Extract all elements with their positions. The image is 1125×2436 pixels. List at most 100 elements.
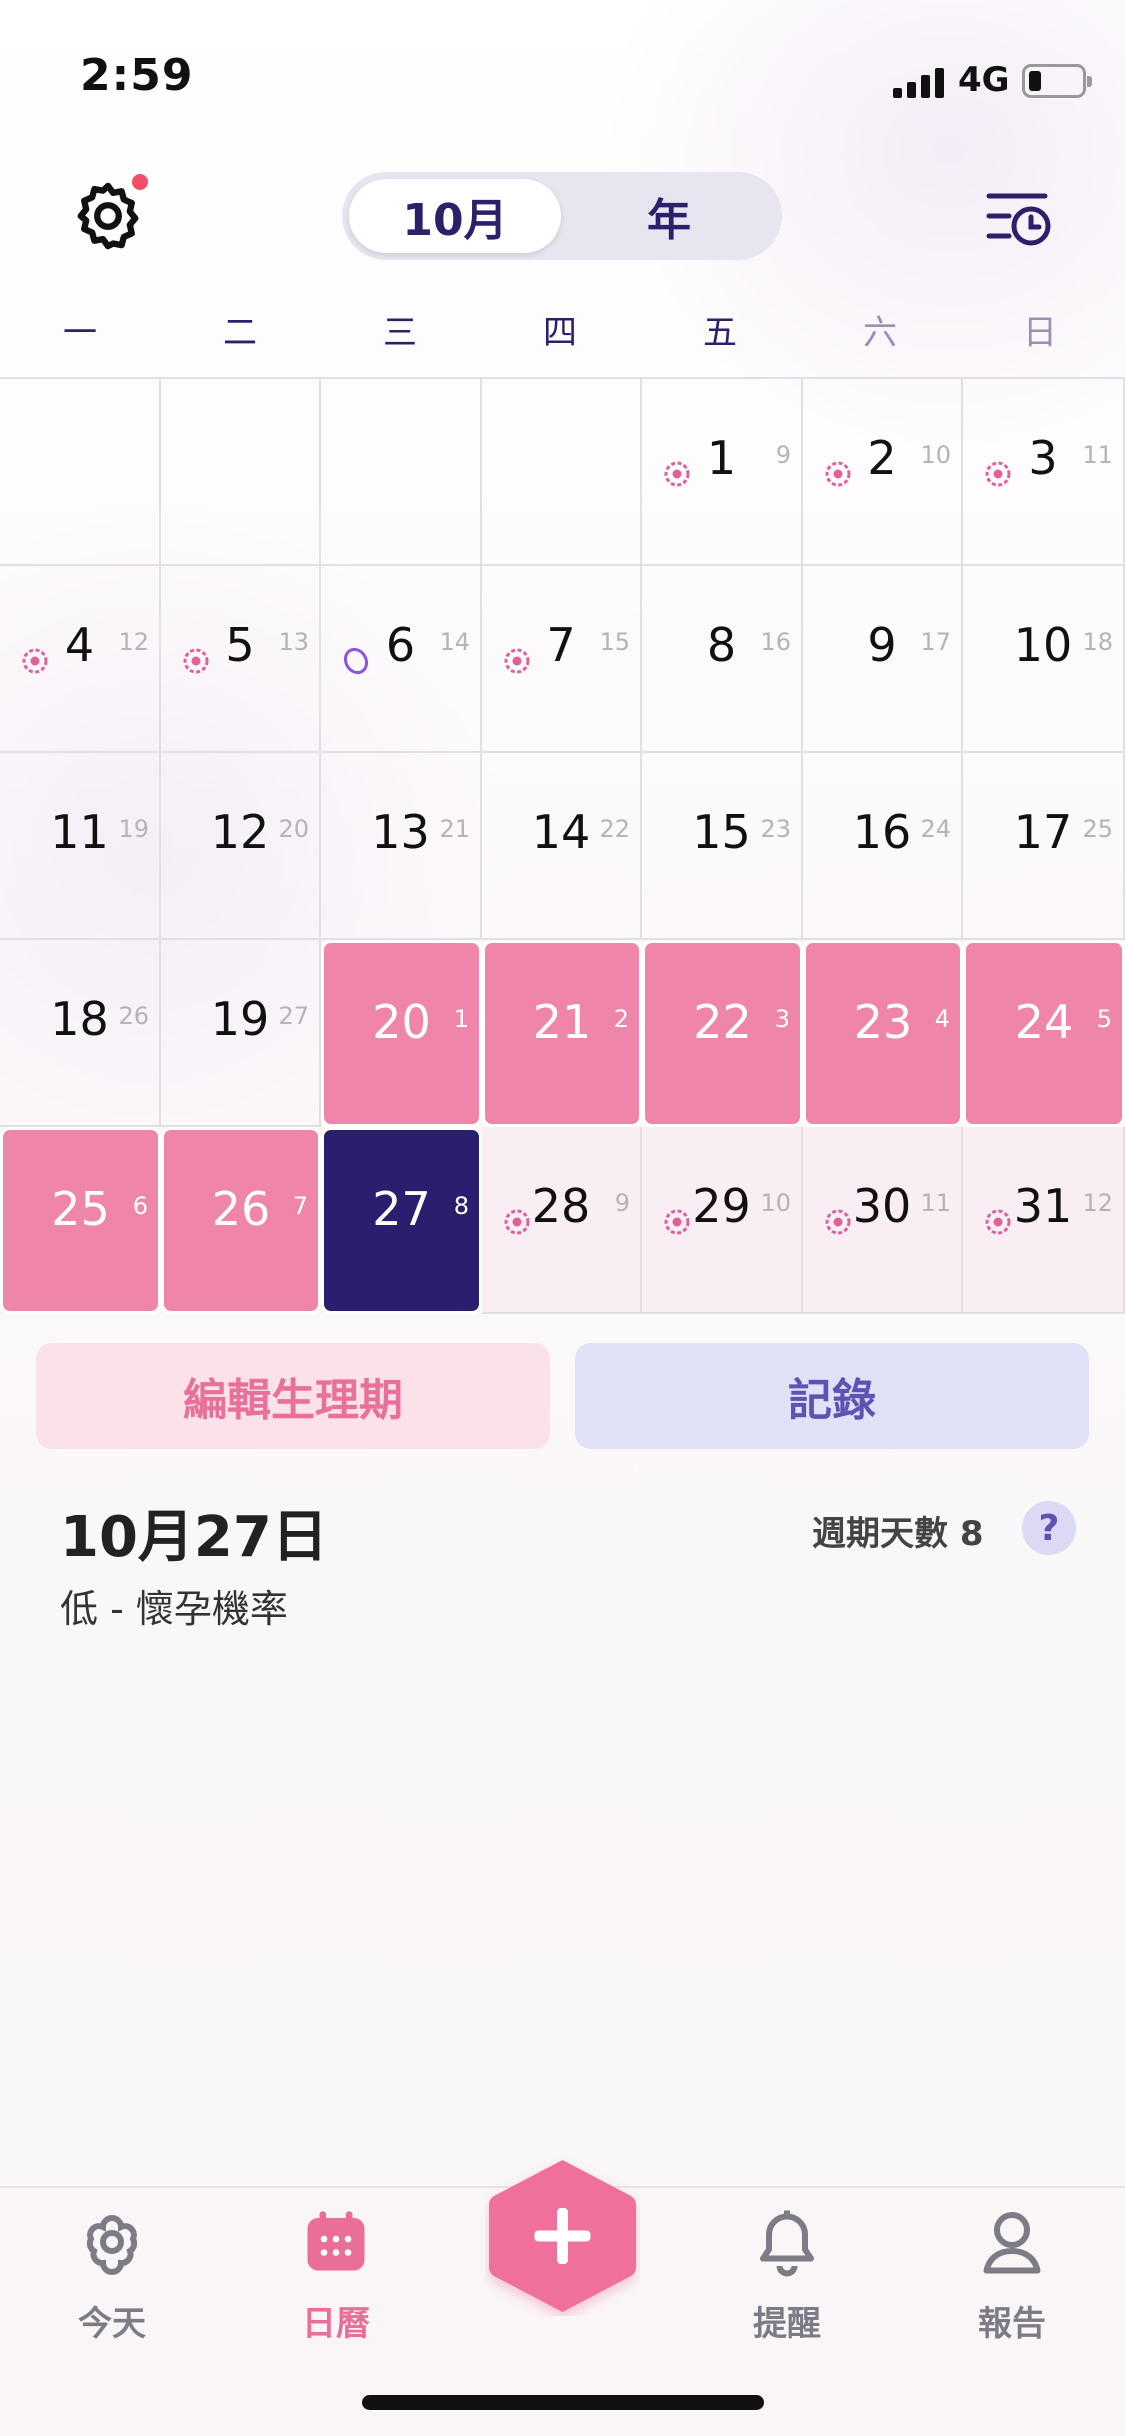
calendar-day[interactable]: 16 24	[803, 753, 963, 940]
cycle-day-number: 12	[118, 628, 149, 656]
calendar-day[interactable]: 12 20	[161, 753, 321, 940]
cycle-day-number: 8	[453, 1192, 469, 1220]
calendar-day[interactable]: 29 10	[642, 1127, 803, 1314]
cycle-day-number: 22	[599, 815, 630, 843]
cycle-day-number: 25	[1082, 815, 1113, 843]
calendar-day[interactable]: 23 4	[803, 940, 963, 1127]
flower-icon	[86, 2214, 138, 2275]
cycle-day-number: 10	[920, 441, 951, 469]
cycle-day-number: 24	[920, 815, 951, 843]
empty-day-cell	[321, 379, 482, 566]
empty-day-cell	[482, 379, 642, 566]
cycle-day-number: 4	[934, 1005, 950, 1033]
cycle-day-number: 15	[599, 628, 630, 656]
empty-day-cell	[0, 379, 161, 566]
cycle-day-number: 11	[1082, 441, 1113, 469]
edit-period-button[interactable]: 編輯生理期	[36, 1343, 550, 1449]
bell-icon	[760, 2210, 814, 2277]
weekday-label: 三	[383, 313, 417, 353]
calendar-day[interactable]: 18 26	[0, 940, 161, 1127]
cycle-day-number: 12	[1082, 1189, 1113, 1217]
tab-report[interactable]: 報告	[932, 2206, 1092, 2346]
tab-today-label: 今天	[78, 2304, 146, 2344]
fertile-flower-icon	[502, 646, 532, 676]
cycle-day-number: 14	[439, 628, 470, 656]
calendar-day[interactable]: 22 3	[642, 940, 803, 1127]
calendar-day[interactable]: 17 25	[963, 753, 1125, 940]
calendar-day[interactable]: 13 21	[321, 753, 482, 940]
cycle-day-number: 23	[760, 815, 791, 843]
calendar-day[interactable]: 31 12	[963, 1127, 1125, 1314]
cycle-day-number: 9	[775, 441, 791, 469]
year-view-tab[interactable]: 年	[563, 179, 775, 253]
tab-reminders-label: 提醒	[753, 2304, 821, 2344]
gear-icon	[77, 182, 139, 250]
cycle-day-number: 16	[760, 628, 791, 656]
tab-report-label: 報告	[978, 2304, 1046, 2344]
calendar-day[interactable]: 11 19	[0, 753, 161, 940]
history-button[interactable]	[985, 188, 1053, 248]
tab-calendar-label: 日曆	[302, 2304, 370, 2344]
calendar-day[interactable]: 19	[642, 379, 803, 566]
cycle-day-number: 1	[453, 1005, 469, 1033]
calendar-day[interactable]: 4 12	[0, 566, 161, 753]
calendar-day[interactable]: 5 13	[161, 566, 321, 753]
selected-date: 10月27日	[60, 1505, 328, 1570]
fertile-flower-icon	[823, 459, 853, 489]
calendar-day[interactable]: 2 10	[803, 379, 963, 566]
calendar-day[interactable]: 10 18	[963, 566, 1125, 753]
weekday-label: 一	[63, 313, 97, 353]
signal-icon	[893, 68, 945, 98]
calendar-day[interactable]: 3 11	[963, 379, 1125, 566]
cycle-day-number: 7	[292, 1192, 308, 1220]
cycle-day-number: 5	[1096, 1005, 1112, 1033]
fertile-flower-icon	[823, 1207, 853, 1237]
weekday-header: 一 二 三 四 五 六 日	[0, 305, 1125, 365]
notification-dot	[132, 174, 148, 190]
weekday-label: 六	[863, 313, 897, 353]
log-button[interactable]: 記錄	[575, 1343, 1089, 1449]
tab-reminders[interactable]: 提醒	[707, 2206, 867, 2346]
cycle-day-number: 6	[132, 1192, 148, 1220]
month-grid: 1 9 2 10 3 11 4 12 5 13 6 14 7 15 8 16 9 17 10 18 11 19 12 20 13…	[0, 377, 1125, 1314]
person-icon	[983, 2212, 1041, 2274]
calendar-day[interactable]: 6 14	[321, 566, 482, 753]
tab-calendar[interactable]: 日曆	[256, 2206, 416, 2346]
calendar-day[interactable]: 24 5	[963, 940, 1125, 1127]
calendar-day[interactable]: 27 8	[321, 1127, 482, 1314]
calendar-day[interactable]: 7 15	[482, 566, 642, 753]
network-label: 4G	[958, 60, 1010, 100]
calendar-day[interactable]: 25 6	[0, 1127, 161, 1314]
cycle-day-number: 9	[614, 1189, 630, 1217]
calendar-day[interactable]: 8 16	[642, 566, 803, 753]
calendar-icon	[307, 2211, 365, 2271]
fertile-flower-icon	[181, 646, 211, 676]
fertile-flower-icon	[662, 1207, 692, 1237]
fertile-flower-icon	[662, 459, 692, 489]
cycle-day-number: 18	[1082, 628, 1113, 656]
calendar-day[interactable]: 14 22	[482, 753, 642, 940]
cycle-day-label: 週期天數 8	[812, 1514, 984, 1554]
cycle-day-number: 19	[118, 815, 149, 843]
settings-button[interactable]	[70, 174, 148, 254]
cycle-day-number: 11	[920, 1189, 951, 1217]
calendar-day[interactable]: 21 2	[482, 940, 642, 1127]
cycle-day-number: 2	[613, 1005, 629, 1033]
calendar-day[interactable]: 9 17	[803, 566, 963, 753]
add-entry-button[interactable]	[485, 2156, 640, 2316]
calendar-day[interactable]: 26 7	[161, 1127, 321, 1314]
cycle-day-number: 26	[118, 1002, 149, 1030]
calendar-day[interactable]: 28 9	[482, 1127, 642, 1314]
cycle-day-number: 3	[774, 1005, 790, 1033]
empty-day-cell	[161, 379, 321, 566]
plus-icon	[489, 2160, 636, 2312]
calendar-day[interactable]: 20 1	[321, 940, 482, 1127]
month-view-tab[interactable]: 10月	[349, 179, 561, 253]
calendar-day[interactable]: 30 11	[803, 1127, 963, 1314]
calendar-day[interactable]: 19 27	[161, 940, 321, 1127]
help-button[interactable]: ?	[1022, 1501, 1076, 1555]
calendar-day[interactable]: 15 23	[642, 753, 803, 940]
tab-today[interactable]: 今天	[32, 2206, 192, 2346]
cycle-day-number: 17	[920, 628, 951, 656]
view-toggle: 10月 年	[342, 172, 782, 260]
